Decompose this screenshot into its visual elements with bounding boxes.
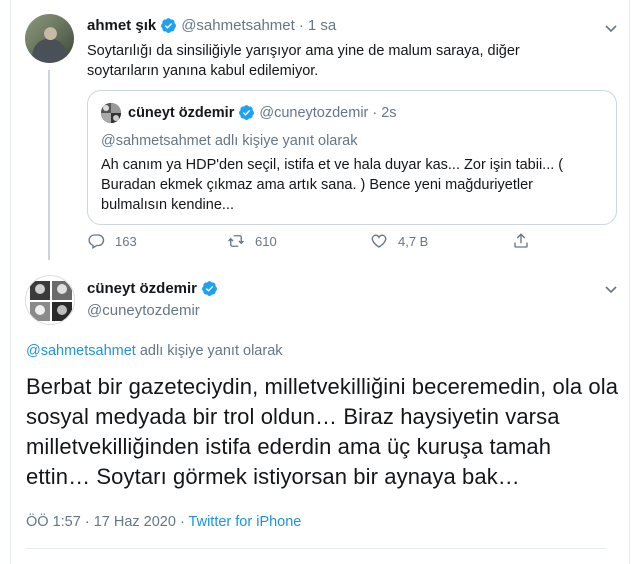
verified-badge-icon <box>239 105 255 120</box>
quoted-author-handle: @cuneytozdemir <box>259 104 369 121</box>
avatar[interactable] <box>25 14 74 63</box>
share-icon <box>514 233 528 248</box>
author-handle[interactable]: @sahmetsahmet <box>181 17 295 34</box>
quoted-tweet[interactable]: cüneyt özdemir @cuneytozdemir · 2s @sahm… <box>87 90 617 225</box>
tweet-actions: 163 610 4,7 B <box>87 232 537 254</box>
author-handle[interactable]: @cuneytozdemir <box>87 302 200 319</box>
share-button[interactable] <box>512 232 530 250</box>
reply-mention-link[interactable]: @sahmetsahmet <box>26 343 136 359</box>
thread-connector <box>48 70 50 260</box>
chevron-down-icon[interactable] <box>603 281 619 297</box>
quoted-reply-context: @sahmetsahmet adlı kişiye yanıt olarak <box>101 133 358 149</box>
quoted-tweet-time: 2s <box>381 104 397 121</box>
reply-count: 163 <box>115 233 137 249</box>
tweet-source-link[interactable]: Twitter for iPhone <box>189 514 302 530</box>
verified-badge-icon <box>202 281 217 296</box>
tweet-meta: ÖÖ 1:57 · 17 Haz 2020 · Twitter for iPho… <box>26 514 301 530</box>
retweet-button[interactable]: 610 <box>227 232 277 250</box>
tweet-header: cüneyt özdemir <box>87 280 222 297</box>
avatar <box>101 103 121 123</box>
retweet-count: 610 <box>255 233 277 249</box>
like-count: 4,7 B <box>398 233 429 249</box>
reply-button[interactable]: 163 <box>87 232 137 250</box>
divider <box>26 548 606 549</box>
heart-icon <box>371 234 387 248</box>
like-button[interactable]: 4,7 B <box>370 232 428 250</box>
reply-icon <box>88 234 105 249</box>
verified-badge-icon <box>161 18 177 33</box>
avatar-collage-icon <box>101 103 121 123</box>
reply-context-suffix: adlı kişiye yanıt olarak <box>135 343 283 359</box>
retweet-icon <box>228 235 244 247</box>
avatar-collage-icon <box>26 276 74 324</box>
quoted-author-name: cüneyt özdemir <box>128 104 235 121</box>
tweet-time[interactable]: 1 sa <box>308 17 336 34</box>
author-name[interactable]: ahmet şık <box>87 17 156 34</box>
chevron-down-icon[interactable] <box>603 20 619 36</box>
tweet-timestamp[interactable]: ÖÖ 1:57 · 17 Haz 2020 · <box>26 514 189 530</box>
avatar[interactable] <box>25 275 75 325</box>
author-name[interactable]: cüneyt özdemir <box>87 280 197 297</box>
quoted-tweet-header: cüneyt özdemir @cuneytozdemir · 2s <box>128 104 397 121</box>
tweet-text: Soytarılığı da sinsiliğiyle yarışıyor am… <box>87 43 520 79</box>
reply-context: @sahmetsahmet adlı kişiye yanıt olarak <box>26 343 283 359</box>
quoted-tweet-text: Ah canım ya HDP'den seçil, istifa et ve … <box>101 157 564 213</box>
dot-separator: · <box>298 17 304 34</box>
tweet-header: ahmet şık @sahmetsahmet · 1 sa <box>87 17 336 34</box>
tweet-text: Berbat bir gazeteciydin, milletvekilliği… <box>26 374 619 489</box>
dot-separator: · <box>372 104 378 121</box>
